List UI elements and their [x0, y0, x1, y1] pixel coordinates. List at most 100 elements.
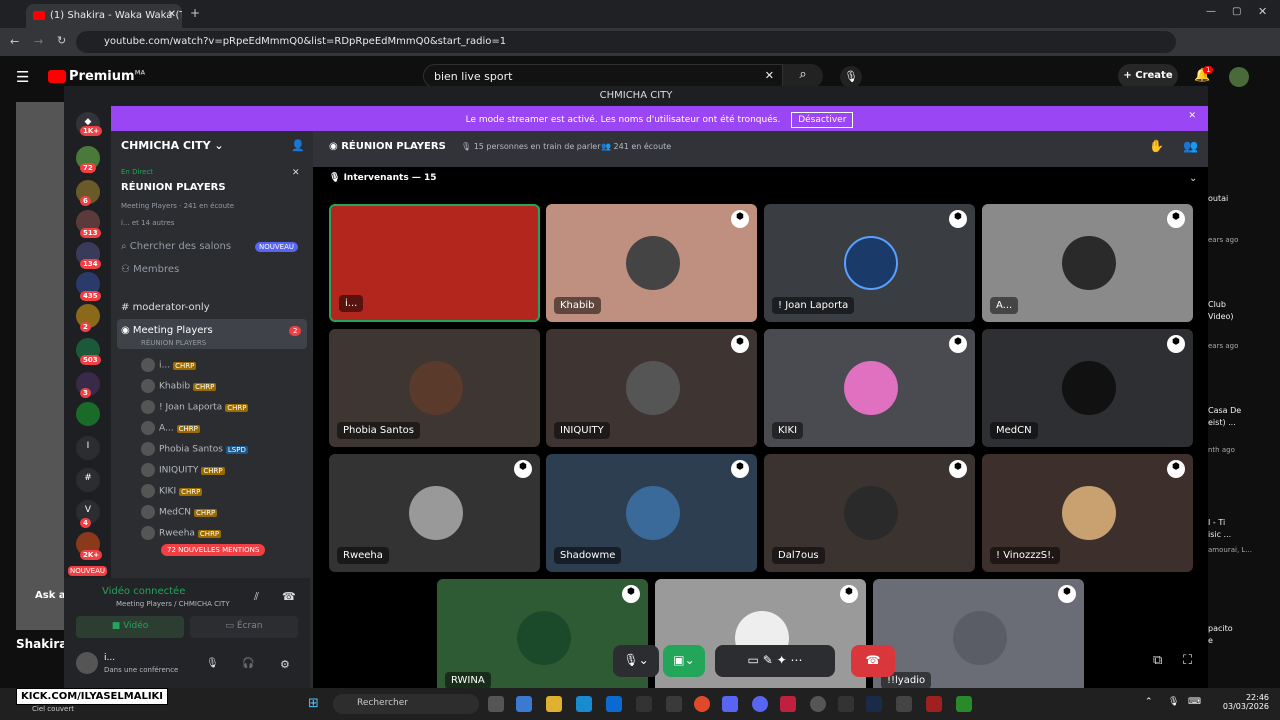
controller-icon[interactable] — [722, 696, 738, 712]
close-icon[interactable]: ✕ — [292, 168, 300, 178]
clock[interactable]: 22:46 03/03/2026 — [1215, 693, 1269, 711]
mic-icon[interactable]: 🎙 — [206, 658, 219, 669]
start-icon[interactable]: ⊞ — [308, 696, 324, 712]
mic-icon[interactable]: 🎙 — [1168, 697, 1179, 707]
speaker-tile[interactable]: Phobia Santos — [329, 329, 540, 447]
url-input[interactable]: youtube.com/watch?v=pRpeEdMmmQ0&list=RDp… — [76, 31, 1176, 53]
speaker-tile[interactable]: ⬢ INIQUITY — [546, 329, 757, 447]
network-icon[interactable]: ⌨ — [1188, 697, 1201, 707]
close-banner-icon[interactable]: ✕ — [1188, 111, 1196, 121]
share-controls[interactable]: ▭ ✎ ✦ ⋯ — [715, 645, 835, 677]
steam-icon[interactable] — [866, 696, 882, 712]
server-icon[interactable] — [76, 402, 100, 426]
youtube-logo[interactable]: PremiumMA — [48, 69, 145, 84]
gear-icon[interactable]: ⚙ — [280, 658, 290, 671]
speaker-tile[interactable]: i... — [329, 204, 540, 322]
app-icon[interactable] — [896, 696, 912, 712]
app-icon[interactable] — [926, 696, 942, 712]
channel-voice[interactable]: ◉ Meeting Players — [121, 325, 213, 336]
disable-streamer-button[interactable]: Désactiver — [791, 112, 854, 128]
outlook-icon[interactable] — [606, 696, 622, 712]
close-window-icon[interactable]: ✕ — [1258, 5, 1267, 18]
app-icon[interactable] — [780, 696, 796, 712]
store-icon[interactable] — [636, 696, 652, 712]
members-icon[interactable]: 👥 — [1183, 139, 1198, 153]
video-path[interactable]: Meeting Players / CHMICHA CITY — [116, 600, 230, 608]
speaker-tile[interactable]: ⬢ Dal7ous — [764, 454, 975, 572]
fullscreen-icon[interactable]: ⛶ — [1183, 653, 1192, 668]
app-icon[interactable] — [666, 696, 682, 712]
new-tab-icon[interactable]: + — [190, 6, 200, 20]
speaker-tile[interactable]: ⬢! VinozzzS!. — [982, 454, 1193, 572]
server-name[interactable]: CHMICHA CITY ⌄ — [121, 139, 224, 152]
popout-icon[interactable]: ⧉ — [1153, 653, 1162, 668]
voice-member[interactable]: KIKI CHRP — [141, 484, 203, 498]
rec-title[interactable]: Casa De — [1208, 406, 1241, 415]
voice-member[interactable]: MedCN CHRP — [141, 505, 218, 519]
task-view-icon[interactable] — [488, 696, 504, 712]
noise-icon[interactable]: ⫽ — [254, 590, 259, 604]
rec-title[interactable]: Club — [1208, 300, 1226, 309]
headphones-icon[interactable]: 🎧 — [242, 658, 254, 669]
edge-icon[interactable] — [576, 696, 592, 712]
close-tab-icon[interactable]: ✕ — [168, 9, 176, 20]
browser-tab[interactable]: (1) Shakira - Waka Waka (This T ✕ — [26, 4, 182, 28]
speaker-tile[interactable]: ⬢ Khabib — [546, 204, 757, 322]
screen-button[interactable]: ▭ Écran — [190, 616, 298, 638]
create-button[interactable]: + Create — [1118, 64, 1178, 88]
explorer-icon[interactable] — [546, 696, 562, 712]
speakers-header[interactable]: 🎙 Intervenants — 15 — [329, 173, 436, 183]
chevron-down-icon[interactable]: ⌄ — [1189, 173, 1197, 184]
raise-hand-icon[interactable]: ✋ — [1149, 139, 1164, 153]
taskbar-search[interactable]: Rechercher — [333, 694, 479, 714]
speaker-tile[interactable]: ⬢ Shadowme — [546, 454, 757, 572]
speaker-tile[interactable]: ⬢ !!lyadio — [873, 579, 1084, 688]
speaker-tile[interactable]: ⬢ MedCN — [982, 329, 1193, 447]
voice-member[interactable]: i... CHRP — [141, 358, 197, 372]
maximize-icon[interactable]: ▢ — [1232, 6, 1241, 17]
speaker-tile[interactable]: ⬢ KIKI — [764, 329, 975, 447]
minimize-icon[interactable]: — — [1206, 6, 1216, 17]
menu-icon[interactable]: ☰ — [16, 68, 29, 86]
voice-member[interactable]: A... CHRP — [141, 421, 200, 435]
obs-icon[interactable] — [810, 696, 826, 712]
speaker-tile[interactable]: ⬢ A... — [982, 204, 1193, 322]
disconnect-icon[interactable]: ☎ — [282, 590, 296, 603]
rec-title[interactable]: outai — [1208, 194, 1228, 203]
avatar[interactable] — [1229, 67, 1249, 87]
tray-chevron-icon[interactable]: ⌃ — [1145, 697, 1153, 707]
reload-icon[interactable]: ↻ — [57, 34, 66, 47]
speaker-tile[interactable]: ⬢! Joan Laporta — [764, 204, 975, 322]
voice-member[interactable]: Phobia Santos LSPD — [141, 442, 248, 456]
avatar[interactable] — [76, 652, 98, 674]
voice-member[interactable]: Rweeha CHRP — [141, 526, 222, 540]
mentions-pill[interactable]: 72 NOUVELLES MENTIONS — [161, 544, 266, 556]
voice-member[interactable]: INIQUITY CHRP — [141, 463, 225, 477]
copilot-icon[interactable] — [516, 696, 532, 712]
mic-icon[interactable]: 🎙 — [840, 66, 862, 88]
server-icon[interactable]: # — [76, 468, 100, 492]
event-title[interactable]: RÉUNION PLAYERS — [121, 182, 226, 193]
leave-call-button[interactable]: ☎ — [851, 645, 895, 677]
rec-title[interactable]: pacito — [1208, 624, 1233, 633]
channel-moderator-only[interactable]: # moderator-only — [121, 302, 210, 313]
voice-member[interactable]: ! Joan Laporta CHRP — [141, 400, 249, 414]
app-icon[interactable] — [956, 696, 972, 712]
app-icon[interactable] — [838, 696, 854, 712]
mic-button[interactable]: 🎙⌄ — [613, 645, 659, 677]
discord-icon[interactable] — [752, 696, 768, 712]
forward-icon[interactable]: → — [34, 35, 43, 48]
camera-button[interactable]: ▣⌄ — [663, 645, 705, 677]
chrome-icon[interactable] — [694, 696, 710, 712]
rec-title[interactable]: I - Ti — [1208, 518, 1225, 527]
speaker-tile[interactable]: ⬢ Rweeha — [329, 454, 540, 572]
add-member-icon[interactable]: 👤 — [291, 139, 305, 152]
back-icon[interactable]: ← — [10, 35, 19, 48]
server-icon[interactable]: I — [76, 436, 100, 460]
search-icon[interactable]: ⌕ — [783, 64, 823, 88]
search-channels[interactable]: ⌕ Chercher des salons — [121, 241, 231, 252]
youtube-search-input[interactable]: bien live sport ✕ — [423, 64, 783, 88]
voice-member[interactable]: Khabib CHRP — [141, 379, 217, 393]
video-button[interactable]: ■ Vidéo — [76, 616, 184, 638]
members-link[interactable]: ⚇ Membres — [121, 264, 179, 275]
